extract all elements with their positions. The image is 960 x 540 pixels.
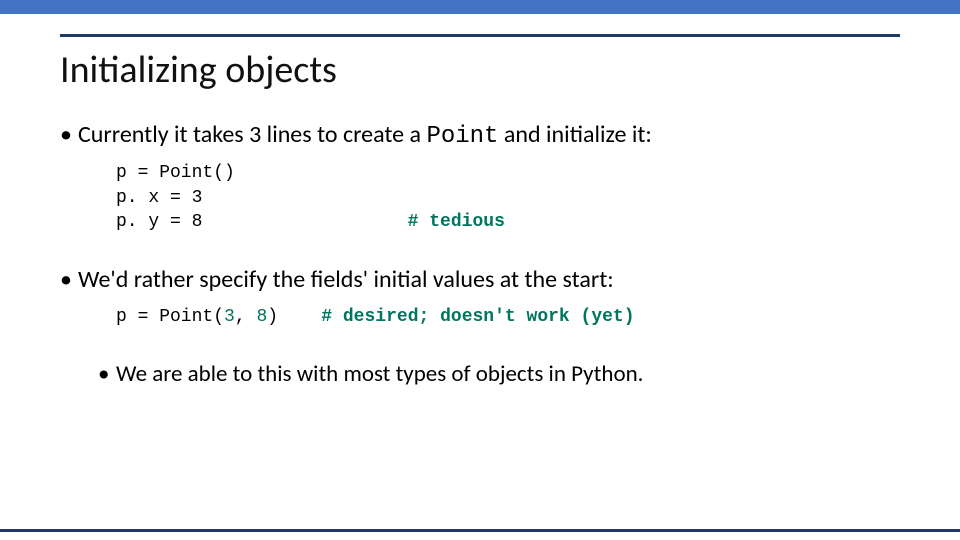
- slide-title: Initializing objects: [60, 47, 900, 93]
- bullet-1-post: and initialize it:: [498, 120, 651, 149]
- bullet-dot: •: [60, 119, 78, 151]
- slide-content: Initializing objects •Currently it takes…: [0, 34, 960, 390]
- bullet-3: •We are able to this with most types of …: [98, 359, 900, 390]
- accent-bar: [0, 0, 960, 14]
- code-text: ,: [235, 307, 257, 327]
- code-number: 8: [256, 307, 267, 327]
- inline-code-point: Point: [426, 123, 498, 150]
- bottom-rule: [0, 529, 960, 532]
- code-comment-desired: # desired; doesn't work (yet): [321, 307, 634, 327]
- code-number: 3: [224, 307, 235, 327]
- code-line: p. y = 8: [116, 212, 202, 232]
- bullet-dot: •: [60, 264, 78, 296]
- code-text: ): [267, 307, 321, 327]
- bullet-2: •We'd rather specify the fields' initial…: [60, 264, 900, 296]
- top-rule: [60, 34, 900, 37]
- code-text: p = Point(: [116, 307, 224, 327]
- bullet-1: •Currently it takes 3 lines to create a …: [60, 119, 900, 153]
- code-line: p = Point(): [116, 163, 235, 183]
- bullet-1-pre: Currently it takes 3 lines to create a: [78, 120, 426, 149]
- code-comment-tedious: # tedious: [408, 212, 505, 232]
- code-pad: [202, 212, 407, 232]
- code-block-1: p = Point() p. x = 3 p. y = 8 # tedious: [116, 161, 900, 234]
- bullet-2-text: We'd rather specify the fields' initial …: [78, 265, 614, 294]
- code-line: p. x = 3: [116, 188, 202, 208]
- code-block-2: p = Point(3, 8) # desired; doesn't work …: [116, 305, 900, 329]
- bullet-dot: •: [98, 359, 116, 390]
- body: •Currently it takes 3 lines to create a …: [60, 119, 900, 390]
- bullet-3-text: We are able to this with most types of o…: [116, 360, 643, 388]
